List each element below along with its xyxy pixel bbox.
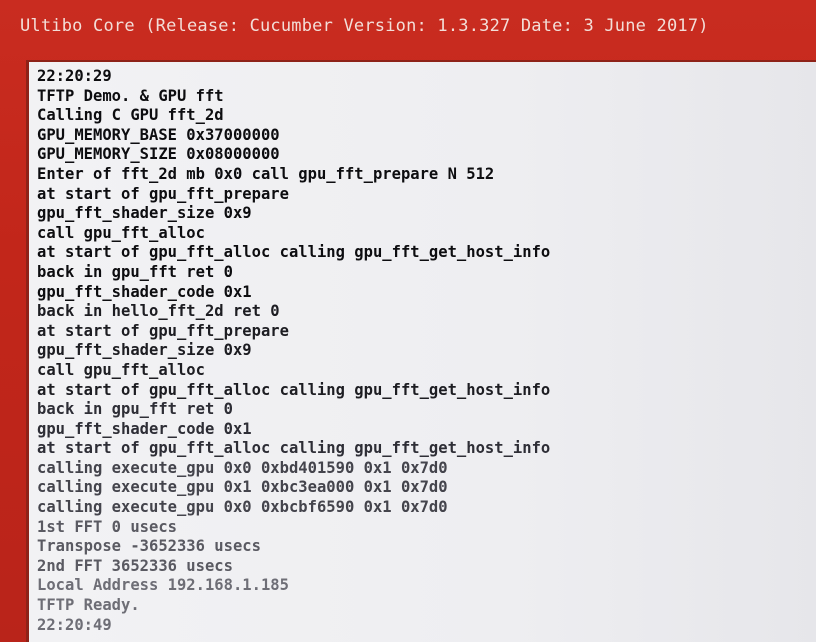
title-bar: Ultibo Core (Release: Cucumber Version: … [0,0,816,58]
console-line: call gpu_fft_alloc [37,360,205,380]
title-text: Ultibo Core (Release: Cucumber Version: … [20,16,709,36]
console-window: 22:20:29 TFTP Demo. & GPU fft Calling C GP… [26,60,816,642]
console-line: calling execute_gpu 0x1 0xbc3ea000 0x1 0… [37,477,448,497]
ultibo-screen: Ultibo Core (Release: Cucumber Version: … [0,0,816,642]
console-line: at start of gpu_fft_prepare [37,184,289,203]
console-line: 22:20:29 [37,66,112,86]
console-line: call gpu_fft_alloc [37,223,205,243]
console-line: 2nd FFT 3652336 usecs [37,556,233,576]
console-output: 22:20:29 TFTP Demo. & GPU fft Calling C GP… [37,67,550,635]
console-line: back in hello_fft_2d ret 0 [37,301,280,321]
console-line: calling execute_gpu 0x0 0xbd401590 0x1 0… [37,458,448,478]
console-line: back in gpu_fft ret 0 [37,262,233,282]
console-line: 22:20:49 [37,615,112,635]
console-line: GPU_MEMORY_SIZE 0x08000000 [37,144,280,164]
console-line: GPU_MEMORY_BASE 0x37000000 [37,125,280,145]
console-line: Transpose -3652336 usecs [37,536,261,556]
console-line: TFTP Demo. & GPU fft [37,86,224,106]
console-line: calling execute_gpu 0x0 0xbcbf6590 0x1 0… [37,497,448,517]
console-line: back in gpu_fft ret 0 [37,399,233,419]
console-line: gpu_fft_shader_size 0x9 [37,340,252,360]
console-line: 1st FFT 0 usecs [37,517,177,537]
console-line: gpu_fft_shader_size 0x9 [37,203,252,223]
console-line: Enter of fft_2d mb 0x0 call gpu_fft_prep… [37,164,495,184]
console-line: gpu_fft_shader_code 0x1 [37,282,252,301]
console-line: Local Address 192.168.1.185 [37,575,289,595]
console-line: at start of gpu_fft_alloc calling gpu_ff… [37,242,551,262]
console-line: TFTP Ready. [37,595,140,615]
console-line: Calling C GPU fft_2d [37,105,224,125]
console-line: at start of gpu_fft_prepare [37,321,289,341]
console-line: at start of gpu_fft_alloc calling gpu_ff… [37,380,551,399]
console-line: gpu_fft_shader_code 0x1 [37,419,252,439]
console-line: at start of gpu_fft_alloc calling gpu_ff… [37,438,551,458]
